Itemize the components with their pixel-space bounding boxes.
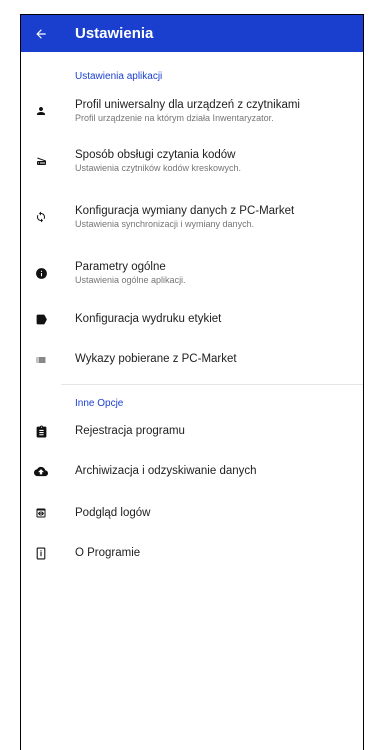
info-outline-icon xyxy=(21,547,61,560)
item-title: Parametry ogólne xyxy=(75,261,166,273)
settings-item-backup-restore[interactable]: Archiwizacja i odzyskiwanie danych xyxy=(21,451,363,491)
settings-item-about[interactable]: O Programie xyxy=(21,533,363,573)
section-header-app-settings: Ustawienia aplikacji xyxy=(75,71,163,82)
info-icon xyxy=(21,267,61,280)
settings-item-registration[interactable]: Rejestracja programu xyxy=(21,411,363,451)
item-title: O Programie xyxy=(75,547,141,559)
settings-item-log-preview[interactable]: Podgląd logów xyxy=(21,493,363,533)
page-title: Ustawienia xyxy=(75,25,154,42)
settings-item-general-parameters[interactable]: Parametry ogólne Ustawienia ogólne aplik… xyxy=(21,250,363,296)
item-title: Podgląd logów xyxy=(75,507,151,519)
settings-item-universal-profile[interactable]: Profil uniwersalny dla urządzeń z czytni… xyxy=(21,88,363,134)
item-subtitle: Profil urządzenie na którym działa Inwen… xyxy=(75,113,274,123)
item-subtitle: Ustawienia synchronizacji i wymiany dany… xyxy=(75,219,255,229)
item-subtitle: Ustawienia ogólne aplikacji. xyxy=(75,275,186,285)
item-title: Konfiguracja wymiany danych z PC-Market xyxy=(75,205,295,217)
item-title: Konfiguracja wydruku etykiet xyxy=(75,313,222,325)
scanner-icon xyxy=(21,155,61,167)
preview-icon xyxy=(21,507,61,519)
item-title: Archiwizacja i odzyskiwanie danych xyxy=(75,465,257,477)
item-title: Profil uniwersalny dla urządzeń z czytni… xyxy=(75,99,300,111)
label-icon xyxy=(21,314,61,325)
sync-icon xyxy=(21,211,61,223)
settings-item-label-printing[interactable]: Konfiguracja wydruku etykiet xyxy=(21,300,363,338)
settings-item-data-exchange[interactable]: Konfiguracja wymiany danych z PC-Market … xyxy=(21,194,363,240)
person-icon xyxy=(21,105,61,117)
clipboard-icon xyxy=(21,425,61,438)
settings-item-pc-market-lists[interactable]: Wykazy pobierane z PC-Market xyxy=(21,340,363,378)
item-subtitle: Ustawienia czytników kodów kreskowych. xyxy=(75,163,242,173)
arrow-back-icon[interactable] xyxy=(21,15,61,52)
section-header-other-options: Inne Opcje xyxy=(75,398,124,409)
settings-screen: Ustawienia Ustawienia aplikacji Profil u… xyxy=(20,14,364,750)
item-title: Rejestracja programu xyxy=(75,425,185,437)
app-bar: Ustawienia xyxy=(21,15,363,52)
list-icon xyxy=(21,354,61,364)
cloud-upload-icon xyxy=(21,466,61,477)
item-title: Wykazy pobierane z PC-Market xyxy=(75,353,237,365)
settings-item-barcode-reading[interactable]: Sposób obsługi czytania kodów Ustawienia… xyxy=(21,138,363,184)
item-title: Sposób obsługi czytania kodów xyxy=(75,149,236,161)
